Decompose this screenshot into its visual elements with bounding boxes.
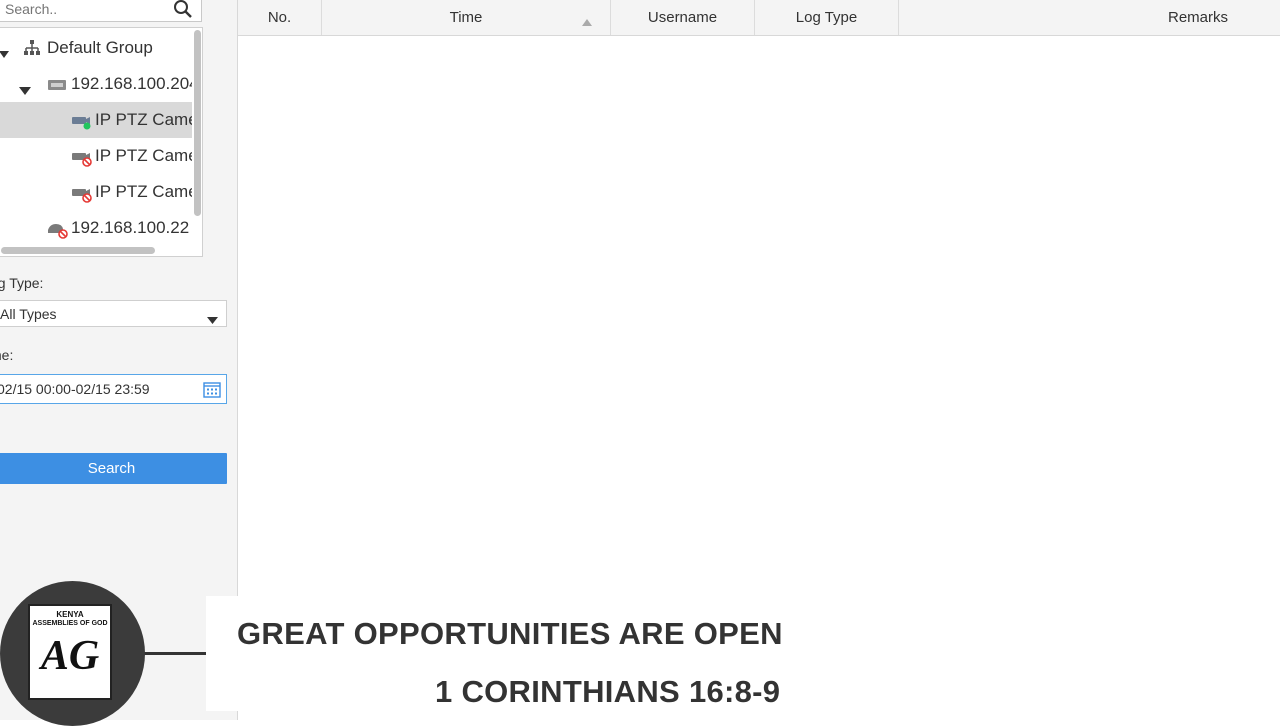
log-type-value: All Types (0, 306, 57, 322)
tree-item-label: 192.168.100.22 (71, 218, 190, 237)
org-tree-icon (23, 39, 41, 62)
camera-offline-icon (71, 186, 93, 208)
tree-item-label: Default Group (47, 38, 153, 57)
time-range-value: 02/15 00:00-02/15 23:59 (0, 381, 150, 397)
tree-item-label: IP PTZ Camera (95, 146, 192, 165)
tree-item-camera-2[interactable]: IP PTZ Camera (0, 138, 192, 174)
caption-line-2: 1 CORINTHIANS 16:8-9 (435, 674, 781, 709)
caption-banner: GREAT OPPORTUNITIES ARE OPEN 1 CORINTHIA… (206, 596, 846, 711)
search-button[interactable]: Search (0, 453, 227, 484)
search-icon[interactable] (173, 0, 193, 24)
column-header-time[interactable]: Time (322, 0, 611, 35)
time-range-input[interactable]: 02/15 00:00-02/15 23:59 (0, 374, 227, 404)
log-table-header: No. Time Username Log Type Remarks (238, 0, 1280, 36)
tree-item-label: IP PTZ Camera (95, 110, 192, 129)
caption-line-1: GREAT OPPORTUNITIES ARE OPEN (237, 616, 783, 651)
tree-item-device-204[interactable]: 192.168.100.204 (0, 66, 192, 102)
search-box[interactable] (0, 0, 202, 22)
tree-item-device-22[interactable]: 192.168.100.22 (0, 210, 192, 246)
device-offline-icon (47, 221, 69, 244)
log-type-select[interactable]: All Types (0, 300, 227, 327)
camera-online-icon (71, 114, 93, 135)
expand-arrow-icon[interactable] (0, 44, 9, 64)
device-tree[interactable]: Default Group 192.168.100.204 IP PTZ Cam… (0, 27, 203, 257)
tree-item-camera-3[interactable]: IP PTZ Camera (0, 174, 192, 210)
sort-ascending-icon[interactable] (582, 13, 592, 30)
log-type-label: og Type: (0, 275, 44, 291)
column-header-username[interactable]: Username (611, 0, 755, 35)
tree-horizontal-scrollbar[interactable] (1, 247, 155, 254)
search-input[interactable] (5, 0, 165, 19)
logo-text-bottom: ASSEMBLIES OF GOD (32, 620, 108, 627)
logo-mark: AG (40, 633, 100, 679)
calendar-icon[interactable] (203, 381, 221, 403)
log-table-body (238, 36, 1280, 596)
banner-connector-line (140, 652, 207, 655)
chevron-down-icon[interactable] (207, 311, 218, 329)
tree-item-label: IP PTZ Camera (95, 182, 192, 201)
logo-text-top: KENYA (56, 610, 84, 619)
kenya-assemblies-of-god-logo: KENYA ASSEMBLIES OF GOD AG (28, 604, 112, 700)
column-header-no[interactable]: No. (238, 0, 322, 35)
time-label: me: (0, 347, 14, 363)
nvr-device-icon (47, 77, 67, 97)
camera-offline-icon (71, 150, 93, 172)
tree-item-camera-1[interactable]: IP PTZ Camera (0, 102, 192, 138)
tree-item-label: 192.168.100.204 (71, 74, 192, 93)
column-header-log-type[interactable]: Log Type (755, 0, 899, 35)
column-header-remarks[interactable]: Remarks (899, 0, 1280, 35)
expand-arrow-icon[interactable] (19, 80, 31, 100)
tree-item-default-group[interactable]: Default Group (0, 30, 192, 66)
tree-vertical-scrollbar[interactable] (194, 30, 201, 216)
